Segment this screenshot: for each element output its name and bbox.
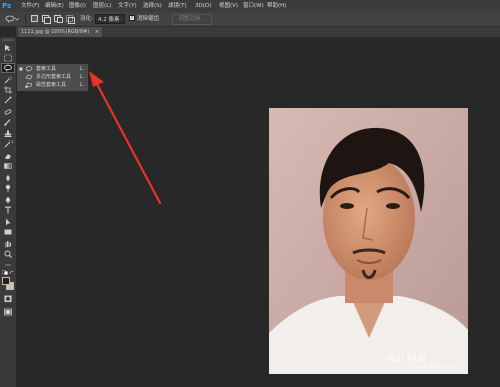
close-tab-icon[interactable]: × — [95, 29, 99, 35]
baidu-watermark: Bai 经验 — [388, 354, 427, 365]
quick-selection-tool-icon[interactable] — [3, 76, 13, 84]
feather-input[interactable]: 4.2 像素 — [95, 14, 125, 24]
photoshop-logo: Ps — [2, 2, 12, 10]
options-bar: 羽化: 4.2 像素 ✓ 消除锯齿 调整边缘... — [0, 12, 500, 27]
healing-brush-tool-icon[interactable] — [3, 108, 13, 116]
move-tool-icon[interactable] — [3, 44, 13, 52]
document-title: 1111.jpg @ 100%(RGB/8#) — [21, 29, 90, 35]
crop-tool-icon[interactable] — [3, 86, 13, 94]
menu-edit[interactable]: 编辑(E) — [45, 0, 64, 12]
selected-marker-icon: ■ — [19, 66, 23, 71]
polygonal-lasso-icon — [25, 74, 33, 80]
menu-3d[interactable]: 3D(D) — [195, 0, 211, 12]
subtract-selection-icon[interactable] — [54, 15, 63, 23]
flyout-item-polygonal-lasso[interactable]: 多边形套索工具 L — [17, 73, 88, 81]
clone-stamp-tool-icon[interactable] — [3, 130, 13, 138]
menu-bar: Ps 文件(F) 编辑(E) 图像(I) 图层(L) 文字(Y) 选择(S) 滤… — [0, 0, 500, 12]
flyout-label-lasso: 套索工具 — [36, 66, 57, 72]
panel-grip[interactable] — [2, 39, 14, 41]
gradient-tool-icon[interactable] — [3, 162, 13, 170]
swap-colors-icon[interactable] — [9, 270, 15, 275]
new-selection-icon[interactable] — [31, 15, 38, 22]
magnetic-lasso-icon — [25, 82, 32, 88]
flyout-shortcut-lasso: L — [80, 66, 83, 72]
flyout-label-polygonal-lasso: 多边形套索工具 — [36, 74, 72, 80]
more-tools-icon[interactable] — [3, 261, 13, 269]
antialias-label: 消除锯齿 — [137, 16, 160, 22]
feather-value: 4.2 像素 — [98, 17, 120, 23]
brush-tool-icon[interactable] — [3, 118, 13, 126]
lasso-tool-button[interactable] — [1, 63, 15, 73]
antialias-checkbox[interactable]: ✓ — [129, 15, 135, 21]
menu-help[interactable]: 帮助(H) — [267, 0, 286, 12]
lasso-icon — [25, 66, 33, 72]
path-selection-tool-icon[interactable] — [3, 218, 13, 226]
baidu-watermark-url: jingyan.baidu.com — [411, 364, 458, 370]
lasso-preset-icon[interactable] — [5, 15, 19, 23]
eyedropper-tool-icon[interactable] — [3, 96, 13, 104]
pen-tool-icon[interactable] — [3, 196, 13, 204]
menu-type[interactable]: 文字(Y) — [118, 0, 137, 12]
flyout-shortcut-polygonal-lasso: L — [80, 74, 83, 80]
document-tab-bar: 1111.jpg @ 100%(RGB/8#) × — [16, 27, 500, 37]
screen-mode-icon[interactable] — [3, 308, 13, 316]
blur-tool-icon[interactable] — [3, 174, 13, 182]
refine-edge-label: 调整边缘... — [178, 16, 206, 22]
foreground-color-swatch[interactable] — [2, 277, 10, 285]
add-selection-icon[interactable] — [42, 15, 51, 24]
eraser-tool-icon[interactable] — [3, 152, 13, 160]
flyout-item-lasso[interactable]: ■ 套索工具 L — [17, 65, 88, 73]
document-tab[interactable]: 1111.jpg @ 100%(RGB/8#) × — [18, 27, 103, 37]
menu-select[interactable]: 选择(S) — [143, 0, 162, 12]
quick-mask-icon[interactable] — [3, 295, 13, 303]
flyout-label-magnetic-lasso: 磁性套索工具 — [36, 82, 67, 88]
hand-tool-icon[interactable] — [3, 240, 13, 248]
tools-panel — [0, 37, 17, 387]
lasso-tool-flyout: ■ 套索工具 L 多边形套索工具 L 磁性套索工具 L — [16, 63, 89, 92]
menu-filter[interactable]: 滤镜(T) — [168, 0, 187, 12]
menu-view[interactable]: 视图(V) — [219, 0, 238, 12]
type-tool-icon[interactable] — [3, 206, 13, 214]
history-brush-tool-icon[interactable] — [3, 140, 13, 148]
feather-label: 羽化: — [80, 16, 93, 22]
menu-window[interactable]: 窗口(W) — [243, 0, 264, 12]
rectangle-tool-icon[interactable] — [3, 228, 13, 236]
marquee-tool-icon[interactable] — [3, 54, 13, 62]
refine-edge-button[interactable]: 调整边缘... — [172, 14, 212, 25]
dodge-tool-icon[interactable] — [3, 184, 13, 192]
portrait-photo — [269, 108, 468, 374]
lasso-tool-icon — [4, 64, 12, 72]
default-colors-icon[interactable] — [2, 270, 8, 275]
menu-file[interactable]: 文件(F) — [21, 0, 39, 12]
zoom-tool-icon[interactable] — [3, 250, 13, 258]
divider — [25, 15, 26, 23]
portrait-illustration — [269, 108, 468, 374]
menu-image[interactable]: 图像(I) — [69, 0, 86, 12]
flyout-shortcut-magnetic-lasso: L — [80, 82, 83, 88]
intersect-selection-icon[interactable] — [66, 15, 75, 24]
menu-layer[interactable]: 图层(L) — [93, 0, 111, 12]
flyout-item-magnetic-lasso[interactable]: 磁性套索工具 L — [17, 81, 88, 89]
